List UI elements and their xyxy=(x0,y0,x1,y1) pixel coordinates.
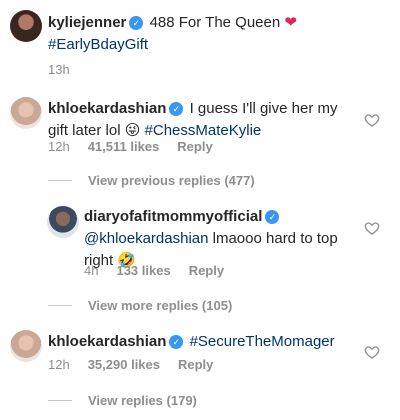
reply-1-time: 4h xyxy=(84,263,99,278)
avatar-kyliejenner[interactable] xyxy=(10,10,42,42)
comment-2-hashtag[interactable]: #SecureTheMomager xyxy=(190,333,335,350)
view-more-replies[interactable]: View more replies (105) xyxy=(48,298,232,313)
avatar-khloekardashian[interactable] xyxy=(10,330,42,362)
post-text: 488 For The Queen xyxy=(149,14,281,31)
post-meta: 13h xyxy=(48,62,88,77)
comment-2-meta: 12h 35,290 likes Reply xyxy=(48,357,231,372)
verified-badge-icon: ✓ xyxy=(169,335,184,349)
reply-1-likes[interactable]: 133 likes xyxy=(116,263,170,278)
avatar-diaryofafitmommyofficial[interactable] xyxy=(47,206,79,238)
reply-1-mention[interactable]: @khloekardashian xyxy=(84,230,208,247)
verified-badge-icon: ✓ xyxy=(129,16,144,30)
comment-1-likes[interactable]: 41,511 likes xyxy=(88,139,160,154)
verified-badge-icon: ✓ xyxy=(265,210,280,224)
comment-2-time: 12h xyxy=(48,357,70,372)
post-caption: kyliejenner ✓ 488 For The Queen ❤ #EarlyB… xyxy=(48,12,368,56)
reply-1-username[interactable]: diaryofafitmommyofficial xyxy=(84,208,262,225)
comment-2: khloekardashian ✓ #SecureTheMomager xyxy=(48,331,348,353)
thread-divider xyxy=(48,180,72,181)
reply-1-meta: 4h 133 likes Reply xyxy=(84,263,242,278)
view-replies[interactable]: View replies (179) xyxy=(48,393,197,408)
view-previous-replies[interactable]: View previous replies (477) xyxy=(48,173,255,188)
post-time: 13h xyxy=(48,62,70,77)
avatar-khloekardashian[interactable] xyxy=(10,97,42,129)
comment-1: khloekardashian ✓ I guess I'll give her m… xyxy=(48,98,348,142)
post-hashtag[interactable]: #EarlyBdayGift xyxy=(48,36,148,53)
thread-divider xyxy=(48,400,72,401)
comment-2-username[interactable]: khloekardashian xyxy=(48,333,166,350)
comment-1-reply-button[interactable]: Reply xyxy=(177,139,212,154)
comment-2-reply-button[interactable]: Reply xyxy=(178,357,213,372)
reply-1-reply-button[interactable]: Reply xyxy=(189,263,224,278)
heart-outline-icon[interactable] xyxy=(364,220,380,236)
comment-1-username[interactable]: khloekardashian xyxy=(48,100,166,117)
heart-emoji: ❤ xyxy=(284,14,297,31)
heart-outline-icon[interactable] xyxy=(364,112,380,128)
comment-1-meta: 12h 41,511 likes Reply xyxy=(48,139,231,154)
comment-2-likes[interactable]: 35,290 likes xyxy=(88,357,160,372)
thread-divider xyxy=(48,305,72,306)
verified-badge-icon: ✓ xyxy=(169,102,184,116)
comment-1-hashtag[interactable]: #ChessMateKylie xyxy=(145,122,262,139)
wink-tongue-emoji: 😜 xyxy=(124,122,141,139)
heart-outline-icon[interactable] xyxy=(364,344,380,360)
post-username[interactable]: kyliejenner xyxy=(48,14,126,31)
comment-1-time: 12h xyxy=(48,139,70,154)
